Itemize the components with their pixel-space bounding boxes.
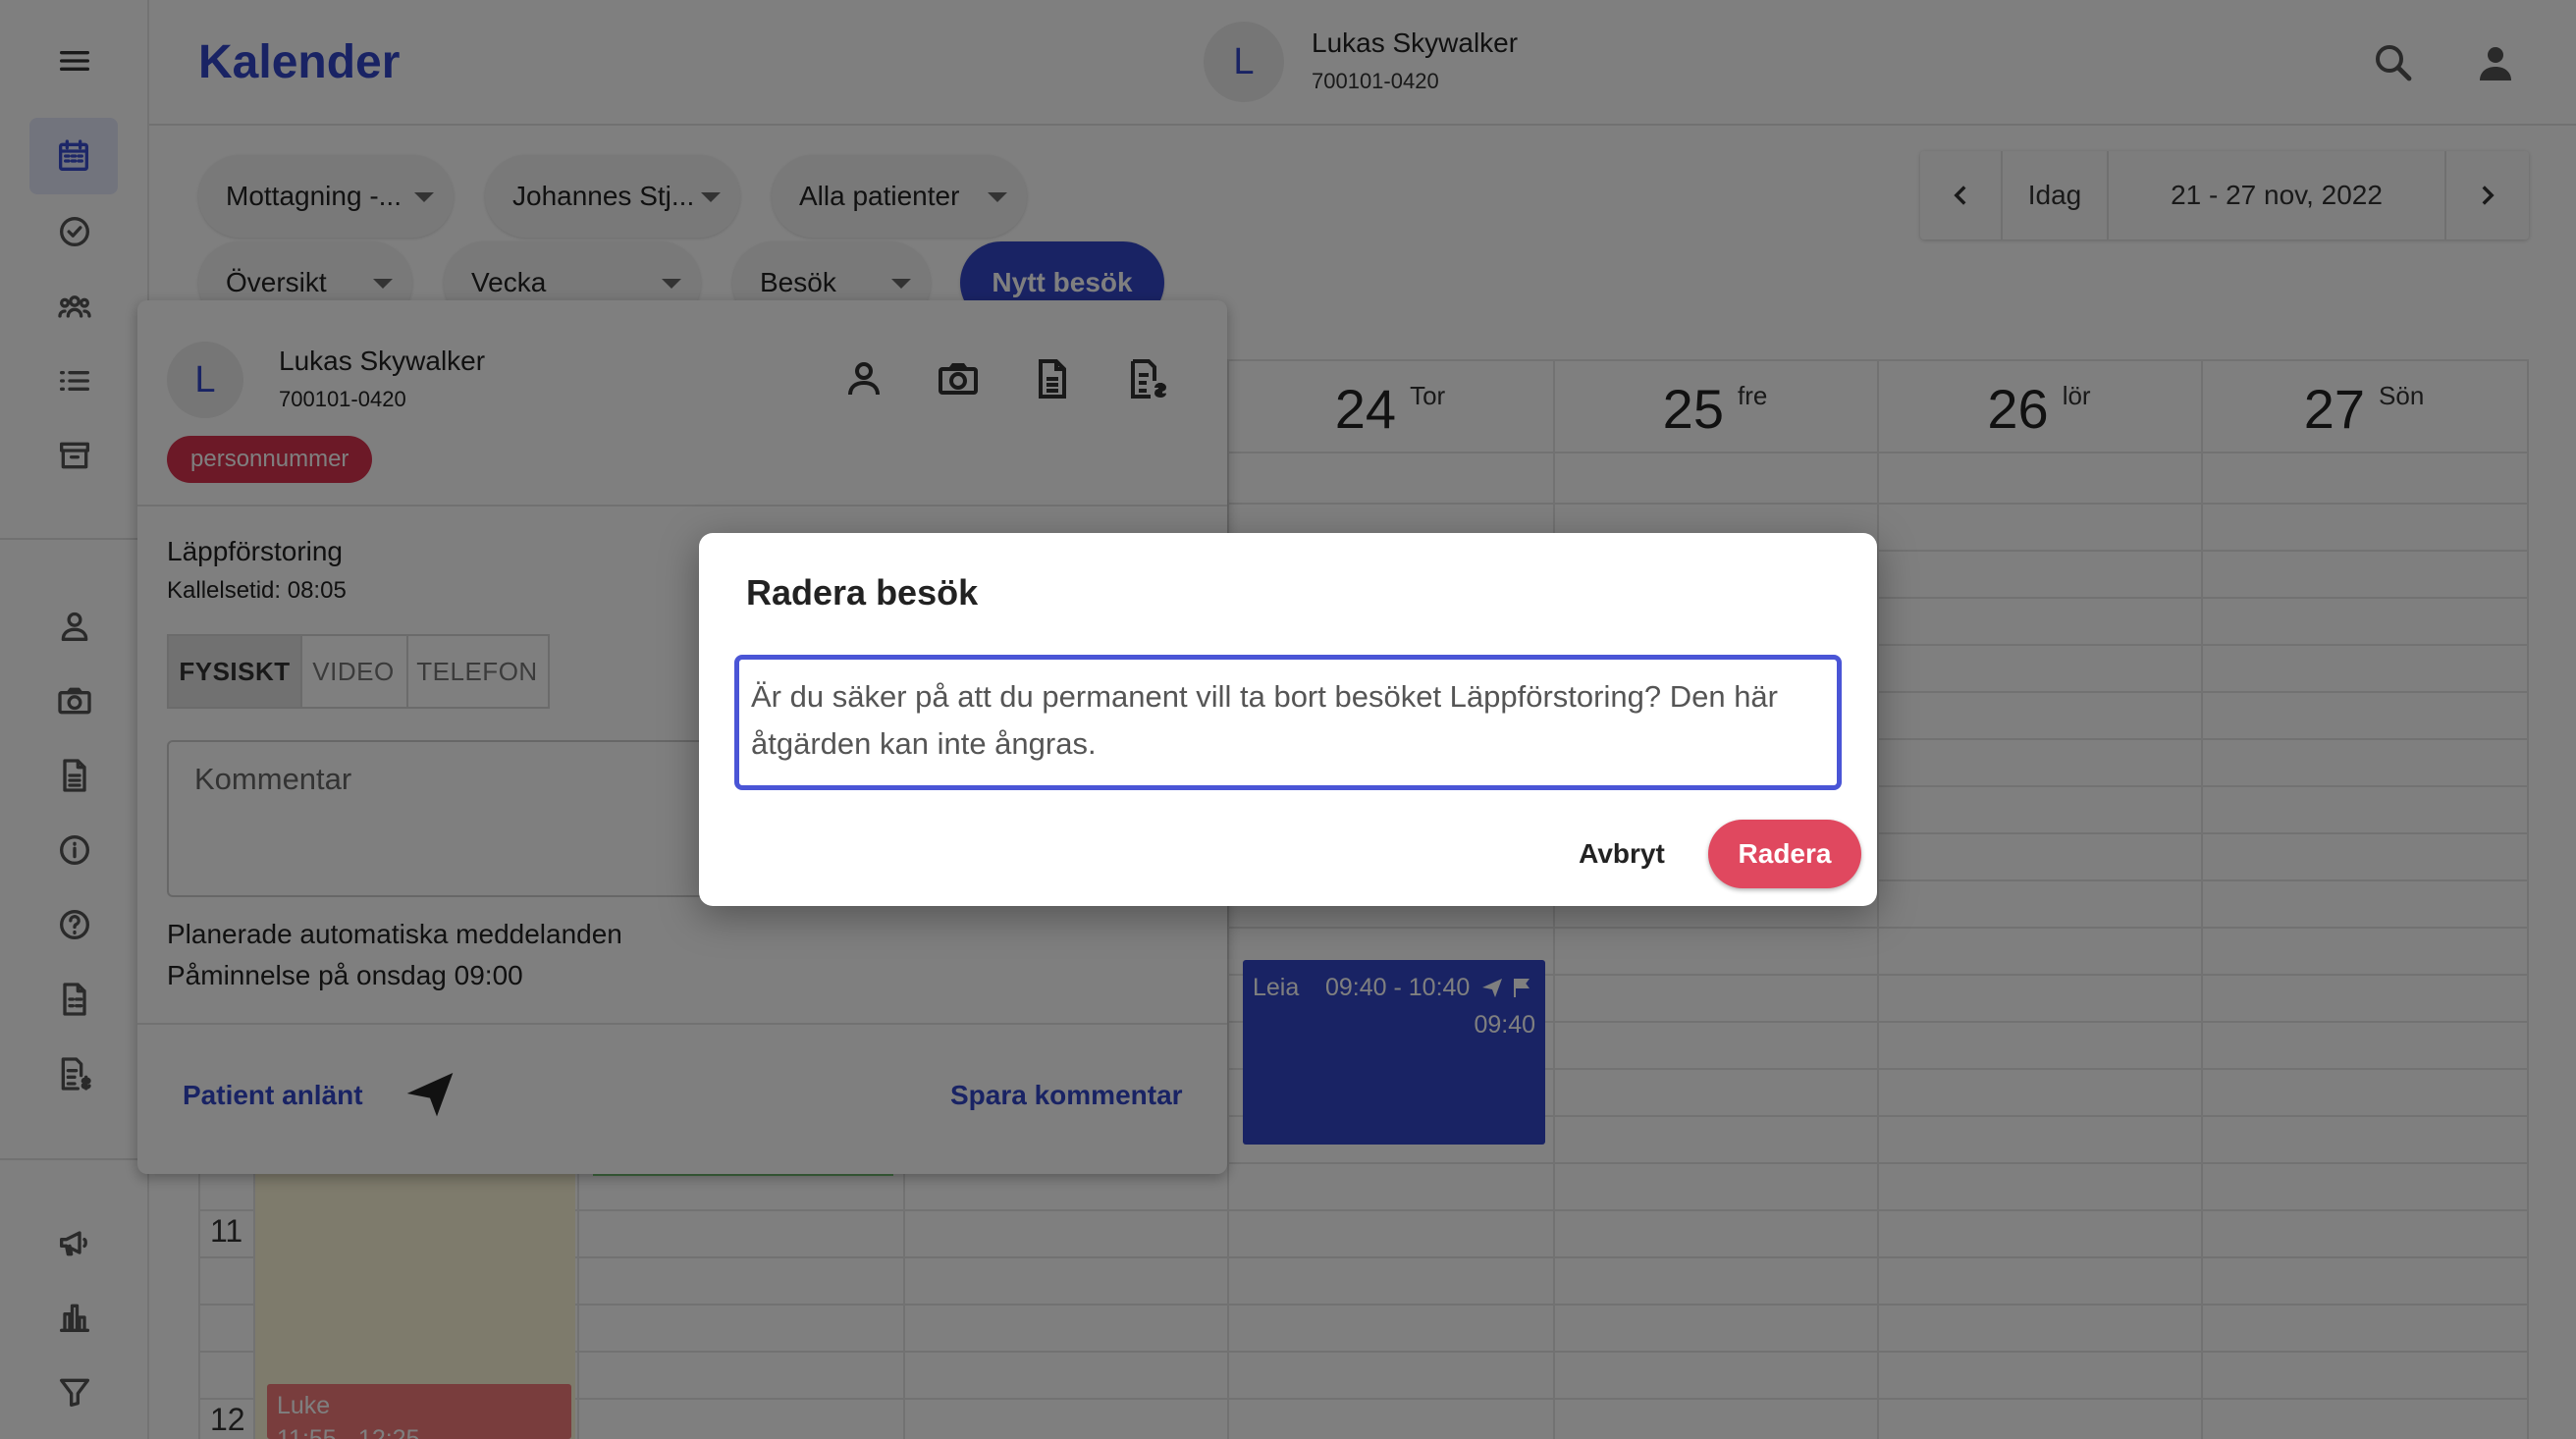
cancel-button[interactable]: Avbryt [1563, 820, 1681, 888]
dialog-title: Radera besök [746, 572, 979, 613]
dialog-message: Är du säker på att du permanent vill ta … [734, 655, 1842, 790]
delete-visit-dialog: Radera besök Är du säker på att du perma… [699, 533, 1877, 906]
delete-button[interactable]: Radera [1708, 820, 1861, 888]
